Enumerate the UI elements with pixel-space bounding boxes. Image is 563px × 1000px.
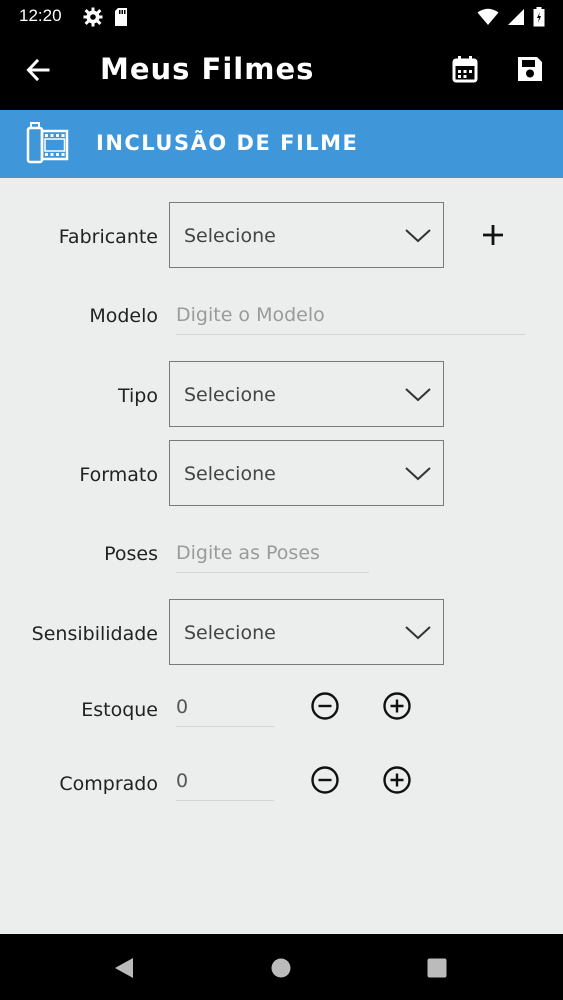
fabricante-select[interactable]: Selecione [169, 202, 444, 268]
status-right-icons [477, 7, 545, 31]
minus-circle-icon [310, 691, 340, 725]
chevron-down-icon [405, 463, 431, 487]
back-button[interactable] [22, 56, 54, 88]
estoque-value[interactable]: 0 [176, 696, 274, 727]
section-header: INCLUSÃO DE FILME [0, 110, 563, 178]
signal-icon [507, 8, 525, 30]
modelo-input[interactable] [176, 304, 525, 335]
app-bar: Meus Filmes [0, 34, 563, 110]
chevron-down-icon [405, 384, 431, 408]
add-fabricante-button[interactable] [478, 222, 508, 252]
save-button[interactable] [513, 54, 547, 88]
formato-select[interactable]: Selecione [169, 440, 444, 506]
film-form: Fabricante Selecione Modelo Tipo Selecio… [0, 178, 563, 934]
estoque-label: Estoque [81, 699, 158, 721]
sdcard-icon [113, 7, 129, 31]
estoque-decrement-button[interactable] [310, 691, 340, 725]
nav-bar [0, 934, 563, 1000]
plus-circle-icon [382, 691, 412, 725]
modelo-label: Modelo [89, 305, 158, 327]
recents-icon[interactable] [427, 958, 447, 982]
estoque-increment-button[interactable] [382, 691, 412, 725]
comprado-increment-button[interactable] [382, 765, 412, 799]
status-bar: 12:20 [0, 0, 563, 34]
battery-icon [533, 7, 545, 31]
chevron-down-icon [405, 622, 431, 646]
tipo-label: Tipo [118, 385, 158, 407]
plus-icon [482, 224, 504, 250]
status-left-icons [83, 7, 129, 31]
formato-select-value: Selecione [184, 463, 276, 485]
poses-label: Poses [104, 543, 158, 565]
sensibilidade-select[interactable]: Selecione [169, 599, 444, 665]
wifi-icon [477, 8, 499, 30]
formato-label: Formato [79, 464, 158, 486]
plus-circle-icon [382, 765, 412, 799]
comprado-label: Comprado [59, 773, 158, 795]
calendar-button[interactable] [448, 54, 482, 88]
poses-input[interactable] [176, 542, 369, 573]
fabricante-select-value: Selecione [184, 225, 276, 247]
status-time: 12:20 [19, 6, 62, 25]
minus-circle-icon [310, 765, 340, 799]
film-icon [25, 122, 69, 168]
save-icon [516, 55, 544, 87]
chevron-down-icon [405, 225, 431, 249]
back-icon[interactable] [113, 956, 135, 984]
calendar-icon [452, 55, 478, 87]
gear-icon [83, 7, 103, 31]
sensibilidade-select-value: Selecione [184, 622, 276, 644]
home-icon[interactable] [271, 958, 291, 982]
fabricante-label: Fabricante [58, 226, 158, 248]
comprado-value[interactable]: 0 [176, 770, 274, 801]
arrow-left-icon [25, 57, 51, 87]
app-title: Meus Filmes [100, 52, 315, 86]
tipo-select[interactable]: Selecione [169, 361, 444, 427]
sensibilidade-label: Sensibilidade [31, 623, 158, 645]
section-title: INCLUSÃO DE FILME [96, 131, 359, 155]
comprado-decrement-button[interactable] [310, 765, 340, 799]
tipo-select-value: Selecione [184, 384, 276, 406]
